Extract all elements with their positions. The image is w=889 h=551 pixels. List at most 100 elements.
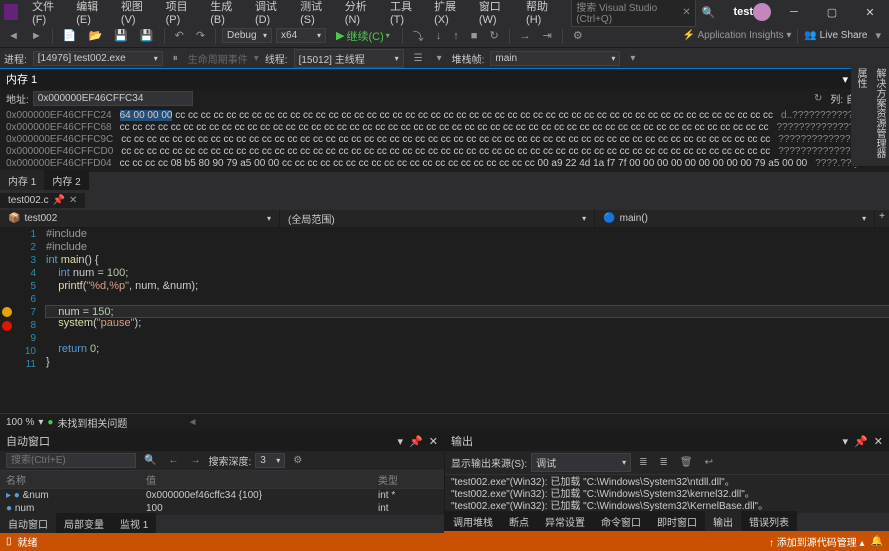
platform-combo[interactable]: x64▾ (276, 28, 326, 43)
memory-address-input[interactable] (33, 91, 193, 106)
out-pin-icon[interactable]: 📌 (854, 435, 868, 448)
memory-tab-1[interactable]: 内存 1 (0, 170, 44, 190)
stop-icon[interactable]: ■ (467, 28, 482, 44)
notifications-icon[interactable]: 🔔 (871, 536, 883, 547)
auto-close-icon[interactable]: ✕ (429, 435, 438, 448)
out-tab-0[interactable]: 调用堆栈 (445, 511, 501, 531)
nav-project-combo[interactable]: 📦 test002▾ (0, 210, 280, 227)
out-tab-2[interactable]: 异常设置 (537, 511, 593, 531)
app-insights-button[interactable]: ⚡ Application Insights ▾ (683, 30, 792, 41)
btab-watch[interactable]: 监视 1 (112, 513, 156, 533)
code-editor[interactable]: 1234567891011 #include#includeint main()… (0, 228, 889, 413)
out-tab-3[interactable]: 命令窗口 (593, 511, 649, 531)
maximize-button[interactable]: ▢ (817, 0, 847, 24)
undo-icon[interactable]: ↶ (171, 27, 188, 44)
zoom-level[interactable]: 100 % (6, 417, 34, 428)
auto-tool-icon[interactable]: ⚙ (289, 453, 306, 468)
menu-build[interactable]: 生成(B) (204, 0, 247, 28)
output-text[interactable]: "test002.exe"(Win32): 已加载 "C:\Windows\Sy… (445, 475, 889, 513)
menu-debug[interactable]: 调试(D) (249, 0, 292, 28)
menu-extensions[interactable]: 扩展(X) (428, 0, 471, 28)
menu-file[interactable]: 文件(F) (26, 0, 68, 28)
new-project-icon[interactable]: 📄 (59, 27, 81, 44)
out-tab-4[interactable]: 即时窗口 (649, 511, 705, 531)
tool-icon[interactable]: ⚙ (569, 27, 587, 44)
cursor-icon[interactable]: ⇥ (539, 27, 556, 44)
scrollbar-left-icon[interactable]: ◄ (187, 417, 197, 428)
col-name-header[interactable]: 名称 (6, 472, 146, 487)
menu-window[interactable]: 窗口(W) (473, 0, 518, 28)
menu-tools[interactable]: 工具(T) (384, 0, 426, 28)
save-icon[interactable]: 💾 (110, 27, 132, 44)
memory-hex-view[interactable]: 0x000000EF46CFFC2464 00 00 00 cc cc cc c… (0, 108, 889, 172)
memory-pin-icon[interactable]: ▾ (843, 73, 849, 86)
auto-row[interactable]: ▸ ● &num0x000000ef46cffc34 {100}int * (0, 489, 444, 502)
step-into-icon[interactable]: ↓ (432, 28, 446, 44)
tab-close-icon[interactable]: ✕ (69, 195, 77, 206)
memory-refresh-icon[interactable]: ↻ (810, 91, 826, 106)
menu-edit[interactable]: 编辑(E) (70, 0, 113, 28)
auto-search-icon[interactable]: 🔍 (140, 453, 160, 468)
menu-help[interactable]: 帮助(H) (520, 0, 563, 28)
continue-button[interactable]: ▶ 继续(C) ▾ (330, 26, 396, 46)
nav-forward-icon[interactable]: ► (27, 28, 46, 44)
source-control-button[interactable]: ↑ 添加到源代码管理 ▴ (769, 534, 865, 549)
menu-project[interactable]: 项目(P) (160, 0, 203, 28)
auto-pin-icon[interactable]: 📌 (409, 435, 423, 448)
col-value-header[interactable]: 值 (146, 472, 378, 487)
menu-view[interactable]: 视图(V) (115, 0, 158, 28)
step-icon[interactable]: → (516, 28, 535, 44)
nav-function-combo[interactable]: 🔵 main()▾ (595, 210, 875, 227)
user-avatar[interactable] (753, 3, 771, 21)
stack-icon[interactable]: ▾ (433, 51, 446, 66)
memory-tab-2[interactable]: 内存 2 (44, 170, 88, 190)
process-combo[interactable]: [14976] test002.exe▾ (33, 51, 163, 66)
menu-test[interactable]: 测试(S) (294, 0, 337, 28)
redo-icon[interactable]: ↷ (192, 27, 209, 44)
step-out-icon[interactable]: ↑ (449, 28, 463, 44)
out-tab-5[interactable]: 输出 (705, 511, 741, 531)
quick-launch-search[interactable]: 搜索 Visual Studio (Ctrl+Q) ✕ (571, 0, 696, 27)
auto-next-icon[interactable]: → (186, 453, 204, 468)
auto-prev-icon[interactable]: ← (164, 453, 182, 468)
auto-dropdown-icon[interactable]: ▾ (398, 435, 404, 448)
nav-scope-combo[interactable]: (全局范围)▾ (280, 210, 595, 227)
nav-add-icon[interactable]: + (875, 210, 889, 227)
debugbar-overflow-icon[interactable]: ▾ (626, 51, 639, 66)
editor-file-tab[interactable]: test002.c 📌 ✕ (0, 193, 85, 208)
config-combo[interactable]: Debug▾ (222, 28, 272, 43)
search-icon[interactable]: 🔍 (702, 6, 716, 19)
out-tool1-icon[interactable]: ≣ (635, 455, 651, 470)
output-from-combo[interactable]: 调试▾ (531, 453, 631, 472)
stackframe-combo[interactable]: main▾ (490, 51, 620, 66)
live-share-button[interactable]: 👥 Live Share (804, 30, 867, 41)
minimize-button[interactable]: ─ (779, 0, 809, 24)
thread-icon[interactable]: ☰ (410, 51, 427, 66)
side-tab-solution-explorer[interactable]: 解决方案资源管理器 (870, 60, 889, 167)
restart-icon[interactable]: ↻ (485, 27, 502, 44)
lifecycle-icon[interactable]: ⏸ (169, 51, 182, 66)
toolbar-overflow-icon[interactable]: ▾ (871, 27, 885, 44)
btab-auto[interactable]: 自动窗口 (0, 513, 56, 533)
out-clear-icon[interactable]: 🗑 (676, 455, 697, 470)
thread-combo[interactable]: [15012] 主线程▾ (294, 49, 404, 68)
side-tab-properties[interactable]: 属性 (851, 60, 870, 167)
open-icon[interactable]: 📂 (84, 27, 106, 44)
step-over-icon[interactable]: ⤵ (409, 26, 428, 46)
menu-analyze[interactable]: 分析(N) (339, 0, 382, 28)
out-wrap-icon[interactable]: ↩ (701, 455, 717, 470)
auto-search-input[interactable] (6, 453, 136, 468)
out-tool2-icon[interactable]: ≣ (656, 455, 672, 470)
nav-back-icon[interactable]: ◄ (4, 28, 23, 44)
col-type-header[interactable]: 类型 (378, 472, 438, 487)
search-clear-icon[interactable]: ✕ (682, 7, 690, 18)
out-tab-1[interactable]: 断点 (501, 511, 537, 531)
tab-pin-icon[interactable]: 📌 (53, 195, 65, 206)
out-tab-6[interactable]: 错误列表 (741, 511, 797, 531)
out-close-icon[interactable]: ✕ (874, 435, 883, 448)
close-button[interactable]: ✕ (855, 0, 885, 24)
out-dropdown-icon[interactable]: ▾ (843, 435, 849, 448)
depth-combo[interactable]: 3▾ (255, 453, 285, 468)
btab-locals[interactable]: 局部变量 (56, 513, 112, 533)
save-all-icon[interactable]: 💾 (136, 27, 158, 44)
